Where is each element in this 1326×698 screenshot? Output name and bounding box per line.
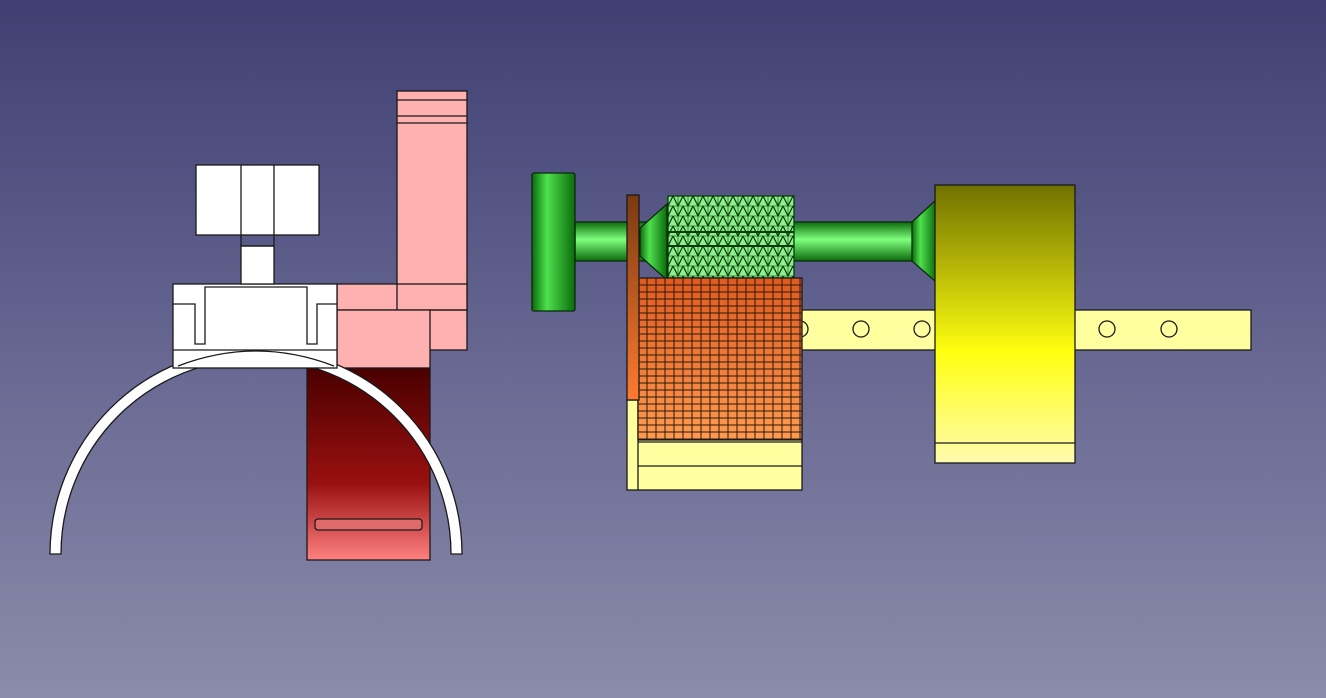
slot-hole bbox=[314, 518, 423, 531]
gear-mesh[interactable] bbox=[667, 195, 795, 279]
orange-plate[interactable] bbox=[626, 194, 640, 401]
model-scene[interactable] bbox=[0, 0, 1326, 698]
left-assembly[interactable] bbox=[49, 90, 468, 561]
pink-bracket[interactable] bbox=[336, 90, 468, 369]
t-knob[interactable] bbox=[195, 164, 320, 285]
orange-mesh-block[interactable] bbox=[637, 277, 803, 441]
3d-viewport[interactable] bbox=[0, 0, 1326, 698]
clamp-block[interactable] bbox=[172, 283, 338, 369]
right-assembly[interactable] bbox=[531, 172, 1252, 491]
red-plate[interactable] bbox=[306, 367, 431, 561]
yellow-housing[interactable] bbox=[934, 184, 1076, 464]
